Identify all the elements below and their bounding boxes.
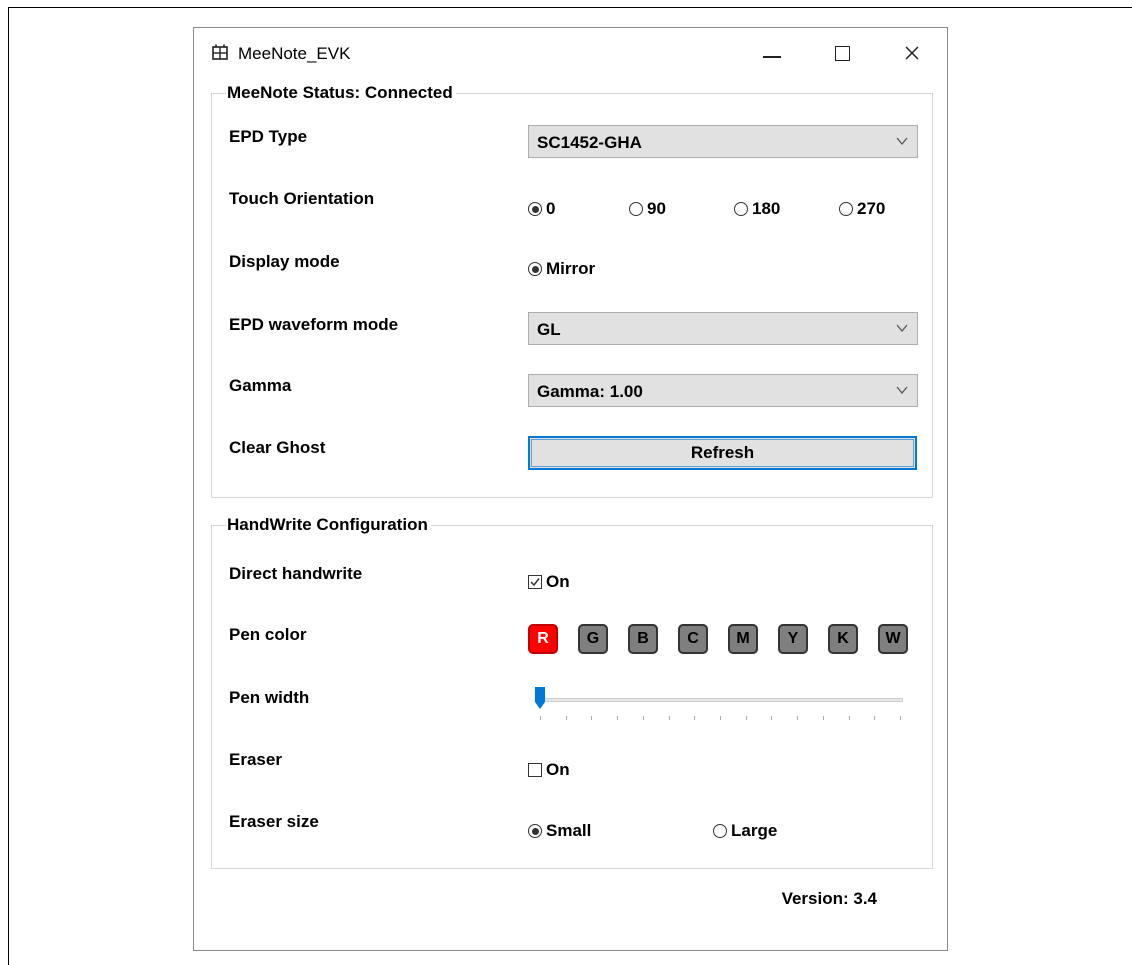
refresh-button-label: Refresh <box>690 443 755 462</box>
eraser-checkbox[interactable]: On <box>528 760 570 780</box>
pen-width-slider-thumb[interactable] <box>534 686 546 710</box>
radio-unselected-icon <box>734 202 748 216</box>
direct-handwrite-label: Direct handwrite <box>229 564 363 583</box>
orientation-radio-90[interactable]: 90 <box>629 199 666 219</box>
waveform-dropdown[interactable]: GL <box>528 312 918 345</box>
slider-tick <box>565 716 567 720</box>
orientation-radio-270[interactable]: 270 <box>839 199 885 219</box>
orientation-radio-0[interactable]: 0 <box>528 199 555 219</box>
orientation-radio-180[interactable]: 180 <box>734 199 780 219</box>
slider-tick <box>771 716 773 720</box>
display-mode-option-label: Mirror <box>546 259 596 278</box>
direct-handwrite-check-label: On <box>546 572 570 591</box>
direct-handwrite-checkbox[interactable]: On <box>528 572 570 592</box>
slider-tick <box>745 716 747 720</box>
frame-top-border <box>8 7 1132 8</box>
eraser-size-option-label: Large <box>731 821 778 840</box>
chevron-down-icon <box>896 386 908 395</box>
status-group-legend: MeeNote Status: Connected <box>226 83 456 103</box>
pen-color-swatch-b[interactable]: B <box>628 624 658 654</box>
radio-selected-icon <box>528 202 542 216</box>
gamma-dropdown[interactable]: Gamma: 1.00 <box>528 374 918 407</box>
pen-color-swatch-k[interactable]: K <box>828 624 858 654</box>
eraser-label: Eraser <box>229 750 282 769</box>
display-mode-label: Display mode <box>229 252 340 271</box>
pen-color-label: Pen color <box>229 625 307 644</box>
close-button[interactable] <box>889 32 935 74</box>
slider-tick <box>797 716 799 720</box>
checkbox-checked-icon <box>528 575 542 589</box>
window-title: MeeNote_EVK <box>238 44 351 63</box>
radio-selected-icon <box>528 824 542 838</box>
clear-ghost-label: Clear Ghost <box>229 438 326 457</box>
pen-color-swatch-y[interactable]: Y <box>778 624 808 654</box>
waveform-label: EPD waveform mode <box>229 315 399 334</box>
orientation-option-label: 90 <box>647 199 666 218</box>
orientation-option-label: 0 <box>546 199 556 218</box>
slider-tick <box>822 716 824 720</box>
minimize-button[interactable] <box>749 32 795 74</box>
slider-tick <box>874 716 876 720</box>
touch-orientation-label: Touch Orientation <box>229 189 375 208</box>
slider-tick <box>617 716 619 720</box>
title-bar: MeeNote_EVK <box>194 28 947 78</box>
checkbox-unchecked-icon <box>528 763 542 777</box>
gamma-value: Gamma: 1.00 <box>537 382 643 401</box>
pen-color-swatch-m[interactable]: M <box>728 624 758 654</box>
radio-unselected-icon <box>629 202 643 216</box>
slider-tick <box>642 716 644 720</box>
eraser-check-label: On <box>546 760 570 779</box>
pen-width-slider-track[interactable] <box>535 698 903 702</box>
frame-left-border <box>8 7 9 965</box>
display-mode-mirror-radio[interactable]: Mirror <box>528 259 595 279</box>
epd-type-dropdown[interactable]: SC1452-GHA <box>528 125 918 158</box>
gamma-label: Gamma <box>229 376 292 395</box>
pen-width-label: Pen width <box>229 688 310 707</box>
slider-tick <box>694 716 696 720</box>
maximize-button[interactable] <box>819 32 865 74</box>
slider-tick <box>591 716 593 720</box>
epd-type-label: EPD Type <box>229 127 308 146</box>
slider-tick <box>720 716 721 720</box>
eraser-size-small-radio[interactable]: Small <box>528 821 591 841</box>
pen-color-swatch-c[interactable]: C <box>678 624 708 654</box>
radio-unselected-icon <box>713 824 727 838</box>
pen-color-swatch-r[interactable]: R <box>528 624 558 654</box>
app-window: MeeNote_EVK MeeNote Status: Connected EP… <box>193 27 948 951</box>
slider-tick <box>900 716 901 720</box>
slider-tick <box>668 716 670 720</box>
version-label: Version: 3.4 <box>781 889 877 908</box>
orientation-option-label: 270 <box>857 199 886 218</box>
slider-tick <box>540 716 541 720</box>
slider-tick <box>848 716 850 720</box>
pen-color-swatch-w[interactable]: W <box>878 624 908 654</box>
handwrite-group-legend: HandWrite Configuration <box>226 515 431 535</box>
eraser-size-label: Eraser size <box>229 812 319 831</box>
waveform-value: GL <box>537 320 561 339</box>
eraser-size-option-label: Small <box>546 821 592 840</box>
refresh-button[interactable]: Refresh <box>528 436 917 470</box>
close-icon <box>905 46 919 60</box>
chevron-down-icon <box>896 137 908 146</box>
chevron-down-icon <box>896 324 908 333</box>
app-icon <box>212 44 228 60</box>
radio-selected-icon <box>528 262 542 276</box>
orientation-option-label: 180 <box>752 199 781 218</box>
minimize-icon <box>763 56 781 58</box>
maximize-icon <box>834 45 850 61</box>
epd-type-value: SC1452-GHA <box>537 133 642 152</box>
eraser-size-large-radio[interactable]: Large <box>713 821 777 841</box>
radio-unselected-icon <box>839 202 853 216</box>
pen-color-swatch-g[interactable]: G <box>578 624 608 654</box>
